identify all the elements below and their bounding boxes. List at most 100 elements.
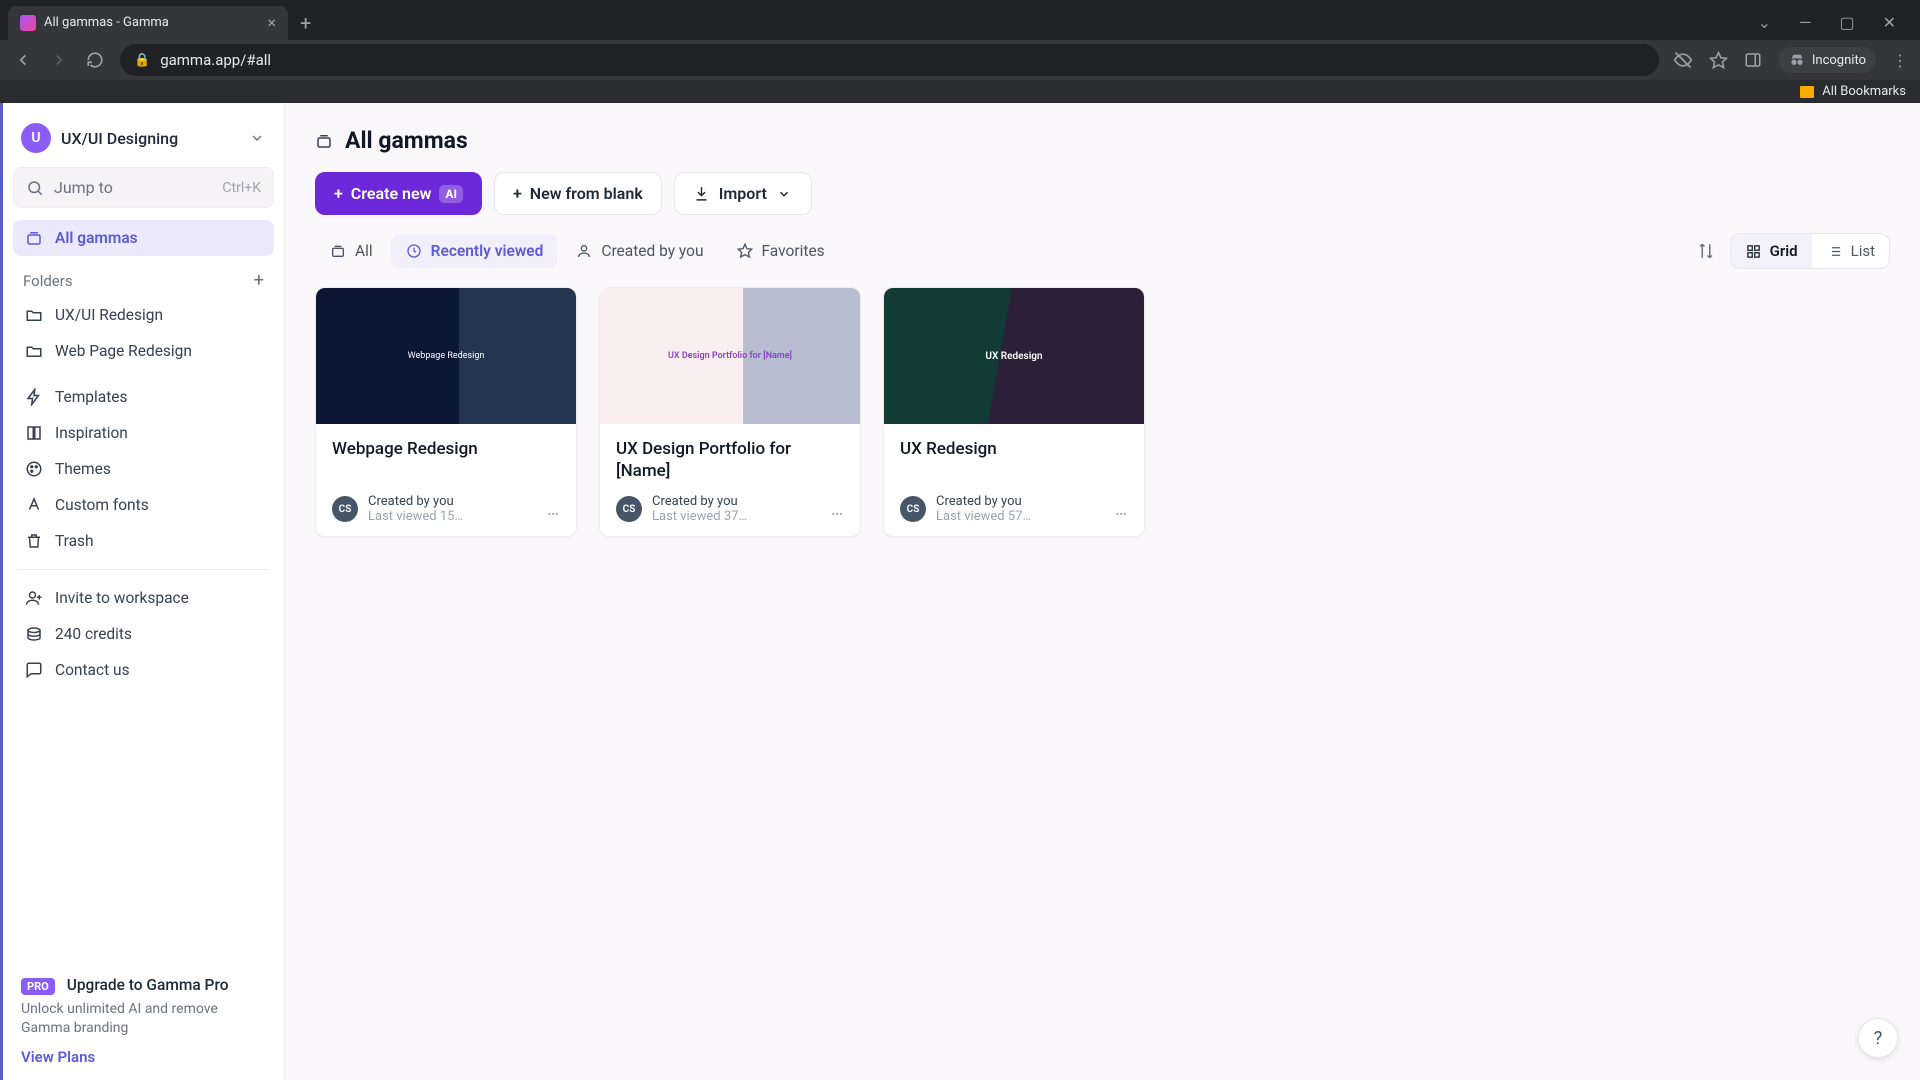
all-bookmarks-link[interactable]: All Bookmarks: [1822, 84, 1906, 99]
star-icon: [736, 242, 754, 260]
new-tab-button[interactable]: +: [288, 11, 323, 35]
sidebar-item-credits[interactable]: 240 credits: [13, 616, 274, 652]
sidebar-item-templates[interactable]: Templates: [13, 379, 274, 415]
plus-icon: +: [513, 184, 522, 203]
sidebar-item-label: Themes: [55, 460, 111, 478]
gamma-grid: Webpage Redesign Webpage Redesign CS Cre…: [315, 287, 1890, 537]
url-text: gamma.app/#all: [160, 51, 271, 69]
button-label: Import: [719, 184, 767, 203]
filter-created-by-you[interactable]: Created by you: [561, 234, 717, 268]
avatar: CS: [332, 496, 358, 522]
sidebar-item-label: Custom fonts: [55, 496, 149, 514]
card-title: UX Design Portfolio for [Name]: [616, 438, 844, 484]
grid-icon: [1745, 242, 1763, 260]
upgrade-title: Upgrade to Gamma Pro: [67, 976, 229, 994]
pro-badge: PRO: [21, 978, 55, 995]
help-icon: ?: [1874, 1028, 1883, 1049]
stack-icon: [25, 229, 43, 247]
sidebar-item-custom-fonts[interactable]: Custom fonts: [13, 487, 274, 523]
help-button[interactable]: ?: [1858, 1018, 1898, 1058]
filter-label: Favorites: [762, 242, 825, 260]
sidebar-item-trash[interactable]: Trash: [13, 523, 274, 559]
maximize-icon[interactable]: ▢: [1839, 13, 1854, 32]
sidebar-item-label: UX/UI Redesign: [55, 306, 163, 324]
browser-tab[interactable]: All gammas - Gamma ×: [8, 6, 288, 40]
filter-favorites[interactable]: Favorites: [722, 234, 839, 268]
card-more-icon[interactable]: …: [547, 499, 560, 520]
gamma-card[interactable]: UX Redesign UX Redesign CS Created by yo…: [883, 287, 1145, 537]
bookmarks-folder-icon: [1800, 86, 1814, 98]
view-grid-button[interactable]: Grid: [1731, 234, 1812, 268]
tab-bar: All gammas - Gamma × + ⌄ — ▢ ✕: [0, 0, 1920, 40]
sidebar-folder-item[interactable]: UX/UI Redesign: [13, 297, 274, 333]
search-placeholder: Jump to: [54, 178, 113, 197]
sidebar-item-label: 240 credits: [55, 625, 132, 643]
filter-recently-viewed[interactable]: Recently viewed: [391, 234, 558, 268]
bookmark-star-icon[interactable]: [1709, 51, 1728, 70]
ai-chip: AI: [439, 185, 463, 203]
search-input[interactable]: Jump to Ctrl+K: [13, 167, 274, 208]
import-icon: [693, 185, 711, 203]
sidepanel-icon[interactable]: [1744, 51, 1762, 69]
gamma-favicon: [20, 15, 36, 31]
sidebar-item-all-gammas[interactable]: All gammas: [13, 220, 274, 256]
incognito-label: Incognito: [1812, 53, 1866, 68]
new-blank-button[interactable]: + New from blank: [494, 172, 662, 215]
plus-icon: +: [334, 184, 343, 203]
card-more-icon[interactable]: …: [831, 499, 844, 520]
close-window-icon[interactable]: ✕: [1883, 13, 1896, 32]
card-more-icon[interactable]: …: [1115, 499, 1128, 520]
clock-icon: [405, 242, 423, 260]
sidebar-folder-item[interactable]: Web Page Redesign: [13, 333, 274, 369]
chevron-down-icon: [775, 185, 793, 203]
sidebar-item-label: Inspiration: [55, 424, 128, 442]
gamma-card[interactable]: UX Design Portfolio for [Name] UX Design…: [599, 287, 861, 537]
kebab-menu-icon[interactable]: ⋮: [1892, 51, 1908, 70]
filter-all[interactable]: All: [315, 234, 387, 268]
filter-label: Recently viewed: [431, 242, 544, 260]
sidebar-item-inspiration[interactable]: Inspiration: [13, 415, 274, 451]
tracking-icon[interactable]: [1673, 50, 1693, 70]
card-creator: Created by you: [368, 494, 537, 509]
folder-icon: [25, 306, 43, 324]
incognito-icon: [1788, 51, 1806, 69]
search-icon: [26, 179, 44, 197]
page-title: All gammas: [345, 127, 468, 154]
address-bar-row: 🔒 gamma.app/#all Incognito ⋮: [0, 40, 1920, 80]
window-controls: ⌄ — ▢ ✕: [1758, 13, 1912, 32]
browser-chrome: All gammas - Gamma × + ⌄ — ▢ ✕ 🔒 gamma.a…: [0, 0, 1920, 103]
chat-icon: [25, 661, 43, 679]
chevron-down-icon[interactable]: ⌄: [1758, 13, 1771, 32]
sidebar-item-label: All gammas: [55, 229, 138, 247]
back-icon[interactable]: [12, 51, 34, 69]
reload-icon[interactable]: [84, 51, 106, 69]
address-bar[interactable]: 🔒 gamma.app/#all: [120, 44, 1659, 76]
chevron-down-icon: [248, 129, 266, 147]
sort-button[interactable]: [1692, 237, 1720, 265]
tab-title: All gammas - Gamma: [44, 15, 259, 30]
font-icon: [25, 496, 43, 514]
user-icon: [575, 242, 593, 260]
view-list-button[interactable]: List: [1812, 234, 1889, 268]
create-new-button[interactable]: + Create new AI: [315, 172, 482, 215]
filter-label: Created by you: [601, 242, 703, 260]
filter-label: All: [355, 242, 373, 260]
gamma-card[interactable]: Webpage Redesign Webpage Redesign CS Cre…: [315, 287, 577, 537]
forward-icon[interactable]: [48, 51, 70, 69]
view-plans-link[interactable]: View Plans: [21, 1048, 95, 1066]
sidebar-item-themes[interactable]: Themes: [13, 451, 274, 487]
avatar: CS: [616, 496, 642, 522]
main-content: All gammas + Create new AI + New from bl…: [285, 103, 1920, 1080]
minimize-icon[interactable]: —: [1799, 13, 1812, 32]
close-tab-icon[interactable]: ×: [267, 13, 276, 32]
workspace-switcher[interactable]: U UX/UI Designing: [13, 117, 274, 167]
sidebar-item-contact[interactable]: Contact us: [13, 652, 274, 688]
sidebar-item-invite[interactable]: Invite to workspace: [13, 580, 274, 616]
card-viewed: Last viewed 15…: [368, 509, 537, 524]
import-button[interactable]: Import: [674, 172, 812, 215]
workspace-avatar: U: [21, 123, 51, 153]
incognito-chip[interactable]: Incognito: [1778, 47, 1876, 73]
add-folder-button[interactable]: +: [254, 270, 264, 291]
sidebar-item-label: Invite to workspace: [55, 589, 189, 607]
sidebar: U UX/UI Designing Jump to Ctrl+K All gam…: [0, 103, 285, 1080]
